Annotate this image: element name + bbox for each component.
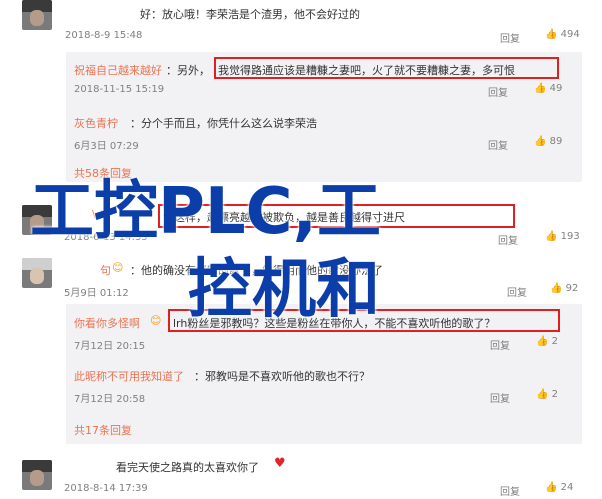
like-count: 494 — [560, 29, 580, 40]
thumbs-up-icon: 👍 — [545, 231, 558, 242]
like-button[interactable]: 👍 2 — [536, 389, 558, 400]
avatar[interactable] — [22, 460, 52, 490]
reply-username[interactable]: 你看你多怪啊 — [74, 315, 140, 331]
avatar-face — [30, 268, 44, 284]
heart-icon: ♥ — [274, 456, 286, 471]
like-button[interactable]: 👍 494 — [545, 29, 580, 40]
comment-date: 5月9日 01:12 — [64, 288, 129, 299]
like-button[interactable]: 👍 24 — [545, 482, 573, 493]
thumbs-up-icon: 👍 — [545, 29, 558, 40]
thumbs-up-icon: 👍 — [534, 136, 547, 147]
reply-username[interactable]: 祝福自己越来越好 — [74, 62, 162, 78]
reply-button[interactable]: 回复 — [490, 390, 510, 405]
reply-button[interactable]: 回复 — [500, 483, 520, 498]
like-button[interactable]: 👍 92 — [550, 283, 578, 294]
thumbs-up-icon: 👍 — [536, 389, 549, 400]
more-replies-link[interactable]: 共17条回复 — [74, 422, 132, 438]
reply-button[interactable]: 回复 — [500, 30, 520, 45]
comment-text: 看完天使之路真的太喜欢你了 — [116, 461, 259, 474]
avatar[interactable] — [22, 258, 52, 288]
reply-date: 2018-11-15 15:19 — [74, 84, 165, 95]
reply-button[interactable]: 回复 — [488, 84, 508, 99]
like-count: 49 — [549, 83, 563, 94]
reply-button[interactable]: 回复 — [490, 337, 510, 352]
reply-text: ：邪教吗是不喜欢听他的歌也不行？ — [194, 370, 370, 383]
like-count: 2 — [551, 336, 559, 347]
like-count: 24 — [560, 482, 574, 493]
like-count: 193 — [560, 231, 580, 242]
avatar-face — [30, 470, 44, 486]
like-button[interactable]: 👍 193 — [545, 231, 580, 242]
like-button[interactable]: 👍 49 — [534, 83, 562, 94]
comment-date: 2018-8-9 15:48 — [65, 30, 143, 41]
reply-button[interactable]: 回复 — [507, 284, 527, 299]
like-button[interactable]: 👍 2 — [536, 336, 558, 347]
watermark-line-2: 控机和 — [188, 253, 380, 327]
watermark-line-1: 工控PLC,工 — [30, 175, 381, 249]
reply-date: 7月12日 20:58 — [74, 394, 146, 405]
thumbs-up-icon: 👍 — [545, 482, 558, 493]
comment-text: 好：放心哦！李荣浩是个渣男，他不会好过的 — [140, 8, 360, 21]
reply-username[interactable]: 灰色青柠 — [74, 115, 118, 131]
comment-username[interactable]: 句 — [100, 262, 111, 278]
reply-date: 7月12日 20:15 — [74, 341, 146, 352]
reply-username[interactable]: 此昵称不可用我知道了 — [74, 368, 184, 384]
avatar-face — [30, 10, 44, 26]
like-button[interactable]: 👍 89 — [534, 136, 562, 147]
avatar[interactable] — [22, 0, 52, 30]
like-count: 89 — [549, 136, 563, 147]
reply-text-highlighted: 我觉得路通应该是糟糠之妻吧，火了就不要糟糠之妻，多可恨 — [218, 64, 515, 77]
thumbs-up-icon: 👍 — [534, 83, 547, 94]
thumbs-up-icon: 👍 — [536, 336, 549, 347]
reply-button[interactable]: 回复 — [488, 137, 508, 152]
like-count: 2 — [551, 389, 559, 400]
emoji-icon: 😊 — [112, 261, 124, 274]
reply-button[interactable]: 回复 — [498, 232, 518, 247]
comment-date: 2018-8-14 17:39 — [64, 483, 148, 494]
thumbs-up-icon: 👍 — [550, 283, 563, 294]
like-count: 92 — [565, 283, 579, 294]
emoji-icon: 😊 — [150, 314, 162, 327]
reply-text: ：分个手而且，你凭什么这么说李荣浩 — [130, 117, 317, 130]
reply-text: ：另外， — [166, 64, 210, 77]
reply-date: 6月3日 07:29 — [74, 141, 139, 152]
